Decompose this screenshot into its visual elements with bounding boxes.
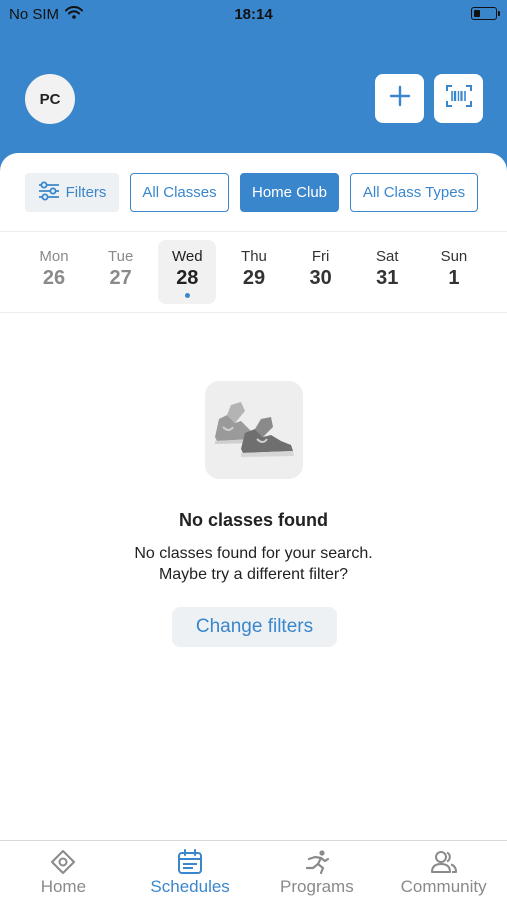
home-icon <box>50 849 76 875</box>
divider <box>0 231 507 232</box>
day-sun[interactable]: Sun 1 <box>425 240 483 304</box>
day-date: 26 <box>42 267 66 289</box>
barcode-scan-icon <box>445 84 472 113</box>
empty-state-illustration <box>205 381 303 479</box>
divider <box>0 312 507 313</box>
day-name: Sun <box>440 248 468 265</box>
day-name: Thu <box>241 248 267 265</box>
add-button[interactable] <box>375 74 424 123</box>
day-thu[interactable]: Thu 29 <box>225 240 283 304</box>
day-wed[interactable]: Wed 28 <box>158 240 217 304</box>
day-date: 30 <box>309 267 332 289</box>
empty-state-title: No classes found <box>178 510 329 530</box>
tab-home[interactable]: Home <box>0 841 127 900</box>
day-date: 29 <box>242 267 266 289</box>
avatar[interactable]: PC <box>25 74 75 124</box>
day-name: Tue <box>108 248 134 265</box>
chip-all-classes[interactable]: All Classes <box>130 173 229 212</box>
day-date: 1 <box>448 267 460 289</box>
empty-state-message: No classes found for your search. Maybe … <box>0 543 507 585</box>
day-name: Wed <box>172 248 203 265</box>
tab-programs[interactable]: Programs <box>254 841 381 900</box>
filters-button[interactable]: Filters <box>25 173 119 212</box>
filter-row: Filters All Classes Home Club All Class … <box>25 173 478 212</box>
empty-state-message-line: Maybe try a different filter? <box>158 566 349 583</box>
tab-schedules[interactable]: Schedules <box>127 841 254 900</box>
plus-icon <box>389 85 411 112</box>
day-name: Fri <box>311 248 330 265</box>
calendar-icon <box>177 849 203 875</box>
battery-icon <box>471 7 500 20</box>
day-mon[interactable]: Mon 26 <box>25 240 83 304</box>
status-time: 18:14 <box>234 6 273 23</box>
day-date: 31 <box>376 267 399 289</box>
status-bar: No SIM 18:14 <box>0 0 507 30</box>
day-tue[interactable]: Tue 27 <box>92 240 150 304</box>
tab-label: Programs <box>280 877 354 896</box>
day-name: Sat <box>376 248 399 265</box>
tab-label: Home <box>40 877 87 896</box>
people-icon <box>430 849 458 875</box>
tab-community[interactable]: Community <box>380 841 507 900</box>
filters-label: Filters <box>65 184 107 201</box>
chip-home-club[interactable]: Home Club <box>240 173 339 212</box>
change-filters-button[interactable]: Change filters <box>172 607 337 647</box>
sneakers-icon <box>211 397 297 464</box>
chip-all-class-types[interactable]: All Class Types <box>350 173 478 212</box>
day-date: 28 <box>176 267 199 289</box>
day-fri[interactable]: Fri 30 <box>292 240 350 304</box>
day-sat[interactable]: Sat 31 <box>358 240 416 304</box>
battery-fill <box>473 9 480 17</box>
tab-label: Schedules <box>150 877 230 896</box>
day-name: Mon <box>39 248 69 265</box>
running-person-icon <box>304 849 330 875</box>
day-date: 27 <box>109 267 132 289</box>
week-selector: Mon 26 Tue 27 Wed 28 Thu 29 Fri 30 Sat 3… <box>25 240 483 306</box>
selected-day-dot <box>184 293 190 298</box>
sliders-icon <box>38 181 60 205</box>
empty-state-message-line: No classes found for your search. <box>134 545 373 562</box>
scan-button[interactable] <box>434 74 483 123</box>
tab-bar: Home Schedules Programs Community <box>0 840 507 900</box>
tab-label: Community <box>400 877 487 896</box>
